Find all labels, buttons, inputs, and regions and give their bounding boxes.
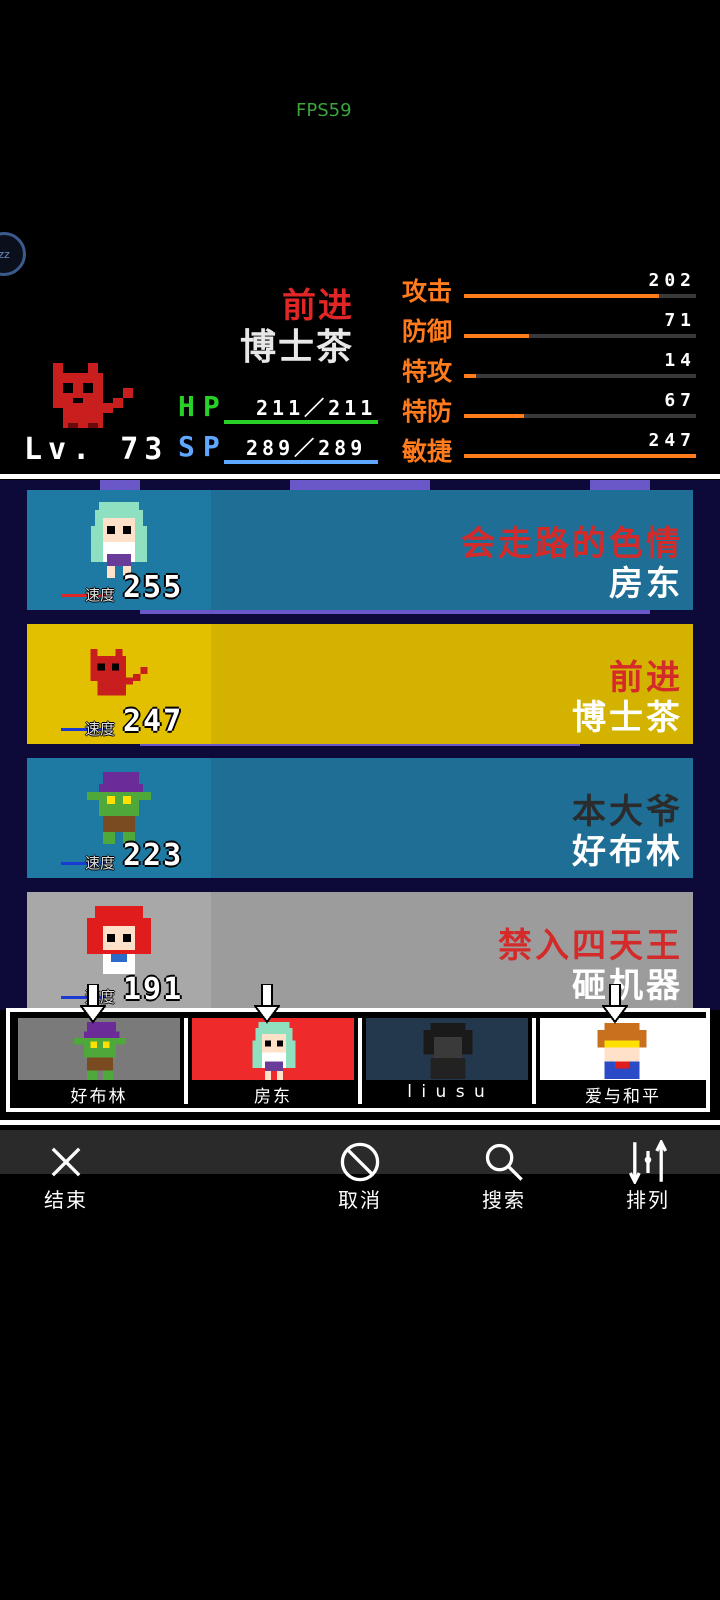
stat-value: 247	[648, 430, 696, 451]
party-portrait	[366, 1018, 528, 1080]
search-icon	[482, 1140, 526, 1184]
menu-button-1[interactable]: 取消	[318, 1140, 398, 1212]
sp-bar	[224, 460, 378, 464]
stat-value: 14	[664, 350, 696, 371]
sort-icon	[626, 1138, 670, 1186]
menu-label: 结束	[44, 1188, 88, 1212]
stat-bar-fill	[464, 454, 696, 458]
character-name: 博士茶	[239, 327, 354, 368]
stat-bar	[464, 334, 696, 338]
red-haired-girl-sprite	[87, 904, 151, 980]
turn-card-info: 前进 博士茶	[211, 624, 693, 744]
turn-card-info: 本大爷 好布林	[211, 758, 693, 878]
party-member-name: 房东	[254, 1087, 292, 1107]
down-arrow-icon	[79, 983, 107, 1024]
turn-card[interactable]: 速度 191 禁入四天王 砸机器	[27, 892, 693, 1012]
red-cat-sprite	[87, 636, 151, 712]
turn-card-name: 好布林	[572, 832, 683, 872]
close-icon	[44, 1140, 88, 1184]
hp-bar	[224, 420, 378, 424]
cancel-icon	[338, 1140, 382, 1184]
goblin-sprite	[72, 1022, 128, 1080]
party-slot[interactable]: l i u s u	[362, 1018, 536, 1104]
party-slot[interactable]: 好布林	[14, 1018, 188, 1107]
stat-bar-fill	[464, 294, 659, 298]
stat-label: 特攻	[402, 357, 453, 386]
menu-label: 取消	[338, 1188, 382, 1212]
party-member-name: l i u s u	[407, 1082, 487, 1102]
menu-label: 排列	[626, 1188, 670, 1212]
fps-counter: FPS59	[296, 100, 352, 121]
speed-value: 191	[123, 972, 184, 1007]
field-tile	[290, 480, 430, 490]
stat-bar	[464, 414, 696, 418]
bubble-text: zz	[0, 247, 10, 261]
stat-bar-fill	[464, 414, 525, 418]
party-slot[interactable]: 房东	[188, 1018, 362, 1107]
party-slot[interactable]: 爱与和平	[536, 1018, 710, 1107]
speed-value: 247	[123, 704, 184, 739]
menu-button-2[interactable]: 搜索	[462, 1140, 542, 1212]
turn-card-portrait: 速度 191	[27, 892, 211, 1012]
turn-card-portrait: 速度 247	[27, 624, 211, 744]
turn-card-info: 会走路的色情 房东	[211, 490, 693, 610]
menu-label: 搜索	[482, 1188, 526, 1212]
party-member-name: 好布林	[70, 1087, 128, 1107]
hp-value: 211／211	[256, 396, 377, 420]
stat-label: 特防	[402, 397, 453, 426]
level-text: Lv. 73	[24, 432, 169, 467]
hp-label: HP	[178, 390, 228, 423]
visor-hero-sprite	[594, 1022, 650, 1080]
stat-bar	[464, 454, 696, 458]
menu-button-3[interactable]: 排列	[606, 1138, 686, 1212]
green-haired-girl-sprite	[246, 1022, 302, 1080]
speed-value: 223	[123, 838, 184, 873]
speed-value: 255	[123, 570, 184, 605]
turn-card-portrait: 速度 223	[27, 758, 211, 878]
floating-bubble[interactable]: zz	[0, 232, 26, 276]
stat-value: 71	[664, 310, 696, 331]
menu-button-0[interactable]: 结束	[24, 1140, 104, 1212]
turn-card[interactable]: 速度 255 会走路的色情 房东	[27, 490, 693, 610]
stat-bar-fill	[464, 374, 476, 378]
speed-label: 速度	[85, 854, 116, 872]
stat-label: 防御	[402, 317, 453, 346]
turn-card-portrait: 速度 255	[27, 490, 211, 610]
goblin-sprite	[87, 770, 151, 846]
party-member-name: 爱与和平	[585, 1087, 661, 1107]
party-portrait	[540, 1018, 706, 1080]
speed-label: 速度	[85, 586, 116, 604]
hp-bar-fill	[224, 420, 378, 424]
turn-card-name: 房东	[609, 564, 683, 604]
turn-card[interactable]: 速度 223 本大爷 好布林	[27, 758, 693, 878]
red-cat-sprite	[53, 363, 133, 428]
field-tile	[100, 480, 140, 490]
stat-label: 攻击	[402, 277, 453, 306]
turn-card[interactable]: 速度 247 前进 博士茶	[27, 624, 693, 744]
down-arrow-icon	[601, 983, 629, 1024]
stat-value: 67	[664, 390, 696, 411]
speed-label: 速度	[85, 720, 116, 738]
stat-value: 202	[648, 270, 696, 291]
divider	[0, 1120, 720, 1125]
turn-card-name: 博士茶	[572, 698, 683, 738]
dark-silhouette-sprite	[420, 1022, 476, 1080]
sp-value: 289／289	[246, 436, 367, 460]
sp-label: SP	[178, 430, 228, 463]
sp-bar-fill	[224, 460, 378, 464]
stat-bar-fill	[464, 334, 529, 338]
party-portrait	[192, 1018, 354, 1080]
down-arrow-icon	[253, 983, 281, 1024]
green-haired-girl-sprite	[87, 502, 151, 578]
field-tile	[590, 480, 650, 490]
party-portrait	[18, 1018, 180, 1080]
stat-bar	[464, 294, 696, 298]
divider	[0, 474, 720, 479]
stat-bar	[464, 374, 696, 378]
stat-label: 敏捷	[402, 437, 453, 466]
